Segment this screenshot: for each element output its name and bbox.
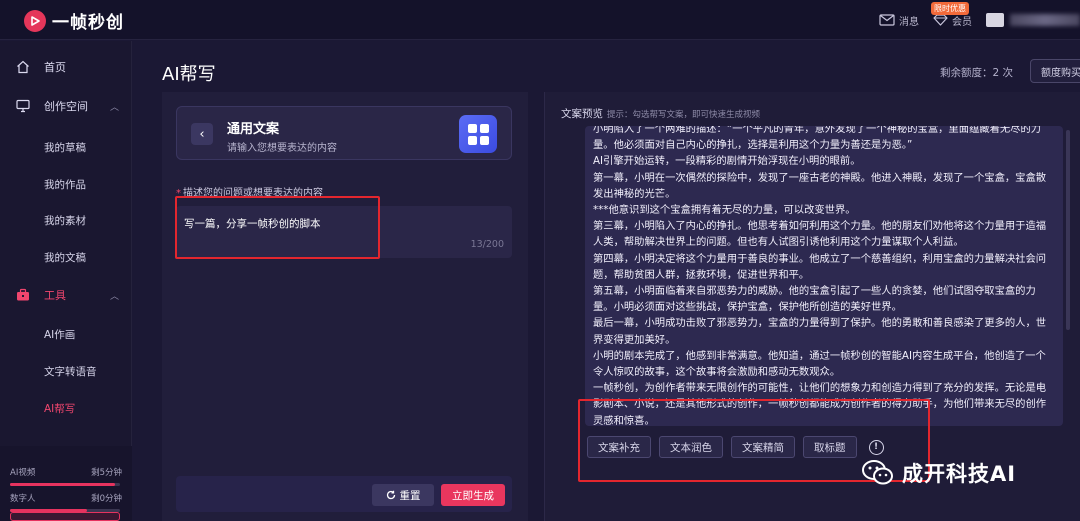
member-button[interactable]: 限时优惠 会员	[931, 1, 972, 28]
quota-name: 数字人	[10, 494, 36, 504]
messages-button[interactable]: 消息	[879, 13, 919, 28]
chevron-up-icon: ︿	[110, 291, 120, 302]
avatar[interactable]	[986, 13, 1004, 27]
preview-title: 文案预览	[561, 108, 603, 120]
quota-digital-human: 数字人 剩0分钟	[10, 492, 122, 504]
template-title: 通用文案	[227, 122, 280, 137]
refresh-icon	[386, 490, 395, 500]
top-bar: 一帧秒创 消息 限时优惠 会员	[0, 0, 1080, 40]
sidebar-item-label: 文字转语音	[44, 365, 97, 378]
sidebar-item-drafts[interactable]: 我的草稿	[0, 130, 132, 164]
template-card[interactable]: ‹ 通用文案 请输入您想要表达的内容	[176, 106, 512, 160]
app-name: 一帧秒创	[52, 13, 124, 33]
prompt-label-text: 描述您的问题或想要表达的内容	[183, 188, 323, 199]
buy-quota-button[interactable]: 额度购买	[1030, 59, 1080, 83]
sidebar-item-tools[interactable]: 工具 ︿	[0, 278, 132, 312]
preview-text: 小明陷入了一个两难的描述：“一个平凡的青年，意外发现了一个神秘的宝盒，里面蕴藏着…	[593, 126, 1055, 426]
quota-remaining: 剩0分钟	[91, 494, 122, 504]
sidebar: 首页 创作空间 ︿ 我的草稿 我的作品 我的素材 我的文稿 工具 ︿ AI作画 …	[0, 41, 132, 521]
preview-paragraph: ***他意识到这个宝盒拥有着无尽的力量，可以改变世界。	[593, 204, 856, 217]
supplement-button[interactable]: 文案补充	[587, 436, 651, 458]
action-footer: 重置 立即生成	[176, 476, 512, 512]
preview-paragraph: AI引擎开始运转，一段精彩的剧情开始浮现在小明的眼前。	[593, 155, 861, 168]
remaining-value: 2 次	[992, 67, 1014, 79]
simplify-button[interactable]: 文案精简	[731, 436, 795, 458]
preview-paragraph: 第一幕，小明在一次偶然的探险中，发现了一座古老的神殿。他进入神殿，发现了一个宝盒…	[593, 171, 1047, 200]
preview-paragraph: 第三幕，小明陷入了内心的挣扎。他思考着如何利用这个力量。他的朋友们劝他将这个力量…	[593, 220, 1047, 249]
sidebar-item-tts[interactable]: 文字转语音	[0, 354, 132, 388]
wechat-icon	[862, 460, 894, 486]
sidebar-item-label: AI作画	[44, 328, 76, 341]
diamond-icon	[933, 14, 948, 26]
sidebar-item-label: 我的作品	[44, 178, 86, 191]
preview-hint: 提示：勾选帮写文案，即可快速生成视频	[607, 110, 761, 120]
sidebar-item-label: 创作空间	[44, 100, 88, 113]
reset-button[interactable]: 重置	[372, 484, 434, 506]
remaining-label: 剩余额度：	[940, 67, 993, 79]
mail-icon	[879, 14, 895, 26]
input-panel: ‹ 通用文案 请输入您想要表达的内容 * 描述您的问题或想要表达的内容 写一篇，分…	[162, 92, 528, 521]
reset-label: 重置	[399, 489, 421, 502]
messages-label: 消息	[899, 16, 919, 28]
member-label: 会员	[952, 16, 972, 28]
prompt-value: 写一篇，分享一帧秒创的脚本	[184, 218, 321, 230]
prompt-label: * 描述您的问题或想要表达的内容	[176, 188, 323, 199]
sidebar-item-ai-draw[interactable]: AI作画	[0, 317, 132, 351]
preview-scrollbar[interactable]	[1066, 130, 1070, 330]
preview-paragraph: 小明陷入了一个两难的描述：“一个平凡的青年，意外发现了一个神秘的宝盒，里面蕴藏着…	[593, 126, 1042, 152]
promo-badge: 限时优惠	[931, 1, 969, 15]
preview-panel: 文案预览 提示：勾选帮写文案，即可快速生成视频 小明陷入了一个两难的描述：“一个…	[544, 92, 1080, 521]
quota-fill	[10, 483, 115, 486]
template-subtitle: 请输入您想要表达的内容	[227, 143, 337, 154]
preview-paragraph: 一帧秒创，为创作者带来无限创作的可能性，让他们的想象力和创造力得到了充分的发挥。…	[593, 382, 1047, 426]
polish-button[interactable]: 文本润色	[659, 436, 723, 458]
preview-paragraph: 第四幕，小明决定将这个力量用于善良的事业。他成立了一个慈善组织，利用宝盒的力量解…	[593, 252, 1047, 281]
prompt-textarea[interactable]: 写一篇，分享一帧秒创的脚本 13/200	[176, 206, 512, 258]
sidebar-item-label: 工具	[44, 289, 66, 302]
sidebar-item-label: 我的文稿	[44, 251, 86, 264]
home-icon	[17, 60, 29, 74]
preview-paragraph: 最后一幕，小明成功击败了邪恶势力，宝盒的力量得到了保护。他的勇敢和善良感染了更多…	[593, 317, 1047, 346]
quota-bar-ai-video	[10, 483, 120, 486]
sidebar-item-manuscripts[interactable]: 我的文稿	[0, 240, 132, 274]
generate-button[interactable]: 立即生成	[441, 484, 505, 506]
user-name-blurred	[1010, 14, 1080, 26]
preview-text-box[interactable]: 小明陷入了一个两难的描述：“一个平凡的青年，意外发现了一个神秘的宝盒，里面蕴藏着…	[585, 126, 1063, 426]
app-logo[interactable]: 一帧秒创	[24, 8, 124, 33]
char-count: 13/200	[470, 239, 504, 250]
preview-paragraph: 第五幕，小明面临着来自邪恶势力的威胁。他的宝盒引起了一些人的贪婪，他们试图夺取宝…	[593, 285, 1036, 314]
quota-ai-video: AI视频 剩5分钟	[10, 466, 122, 478]
sidebar-item-works[interactable]: 我的作品	[0, 167, 132, 201]
sidebar-item-label: 我的素材	[44, 214, 86, 227]
page-title: AI帮写	[162, 64, 216, 85]
sidebar-item-ai-write[interactable]: AI帮写	[0, 391, 132, 425]
preview-actions: 文案补充 文本润色 文案精简 取标题 !	[587, 436, 884, 458]
sidebar-item-label: 我的草稿	[44, 141, 86, 154]
title-button[interactable]: 取标题	[803, 436, 857, 458]
sidebar-item-materials[interactable]: 我的素材	[0, 203, 132, 237]
quota-name: AI视频	[10, 468, 36, 478]
back-button[interactable]: ‹	[191, 123, 213, 145]
monitor-icon	[16, 99, 30, 113]
watermark-text: 成开科技AI	[902, 462, 1017, 486]
toolbox-icon	[17, 288, 29, 301]
sidebar-item-label: 首页	[44, 61, 66, 74]
watermark: 成开科技AI	[862, 458, 1016, 488]
remaining-quota: 剩余额度：2 次	[940, 65, 1013, 80]
chevron-left-icon: ‹	[199, 126, 205, 142]
upgrade-button[interactable]	[10, 512, 120, 521]
quota-panel: AI视频 剩5分钟 数字人 剩0分钟	[0, 446, 132, 521]
play-logo-icon	[24, 9, 46, 32]
sidebar-item-home[interactable]: 首页	[0, 50, 132, 84]
quota-remaining: 剩5分钟	[91, 468, 122, 478]
preview-paragraph: 小明的剧本完成了，他感到非常满意。他知道，通过一帧秒创的智能AI内容生成平台，他…	[593, 349, 1046, 379]
chevron-up-icon: ︿	[110, 102, 120, 113]
info-icon[interactable]: !	[868, 439, 884, 455]
sidebar-item-label: AI帮写	[44, 402, 76, 415]
apps-grid-icon[interactable]	[459, 115, 497, 153]
sidebar-item-creation-space[interactable]: 创作空间 ︿	[0, 89, 132, 123]
